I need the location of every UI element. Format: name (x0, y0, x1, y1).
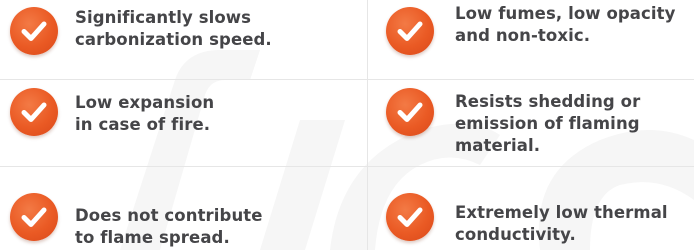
feature-item: Resists shedding or emission of flaming … (368, 80, 694, 166)
feature-item: Low fumes, low opacity and non-toxic. (368, 0, 694, 79)
check-circle-icon (10, 88, 58, 136)
check-circle-icon (386, 193, 434, 241)
feature-item: Low expansion in case of fire. (0, 80, 367, 166)
check-circle-icon (10, 193, 58, 241)
check-circle-icon (386, 7, 434, 55)
feature-grid: Significantly slows carbonization speed.… (0, 0, 694, 250)
check-circle-icon (386, 88, 434, 136)
features-panel: Significantly slows carbonization speed.… (0, 0, 694, 250)
feature-item: Significantly slows carbonization speed. (0, 0, 367, 79)
feature-text: Low expansion in case of fire. (75, 93, 215, 134)
feature-item: Extremely low thermal conductivity. (368, 167, 694, 250)
feature-text: Extremely low thermal conductivity. (455, 203, 668, 244)
check-circle-icon (10, 7, 58, 55)
feature-text: Low fumes, low opacity and non-toxic. (455, 4, 676, 45)
feature-item: Does not contribute to flame spread. (0, 167, 367, 250)
feature-text: Does not contribute to flame spread. (75, 206, 263, 247)
feature-text: Resists shedding or emission of flaming … (455, 92, 641, 155)
feature-text: Significantly slows carbonization speed. (75, 8, 272, 49)
